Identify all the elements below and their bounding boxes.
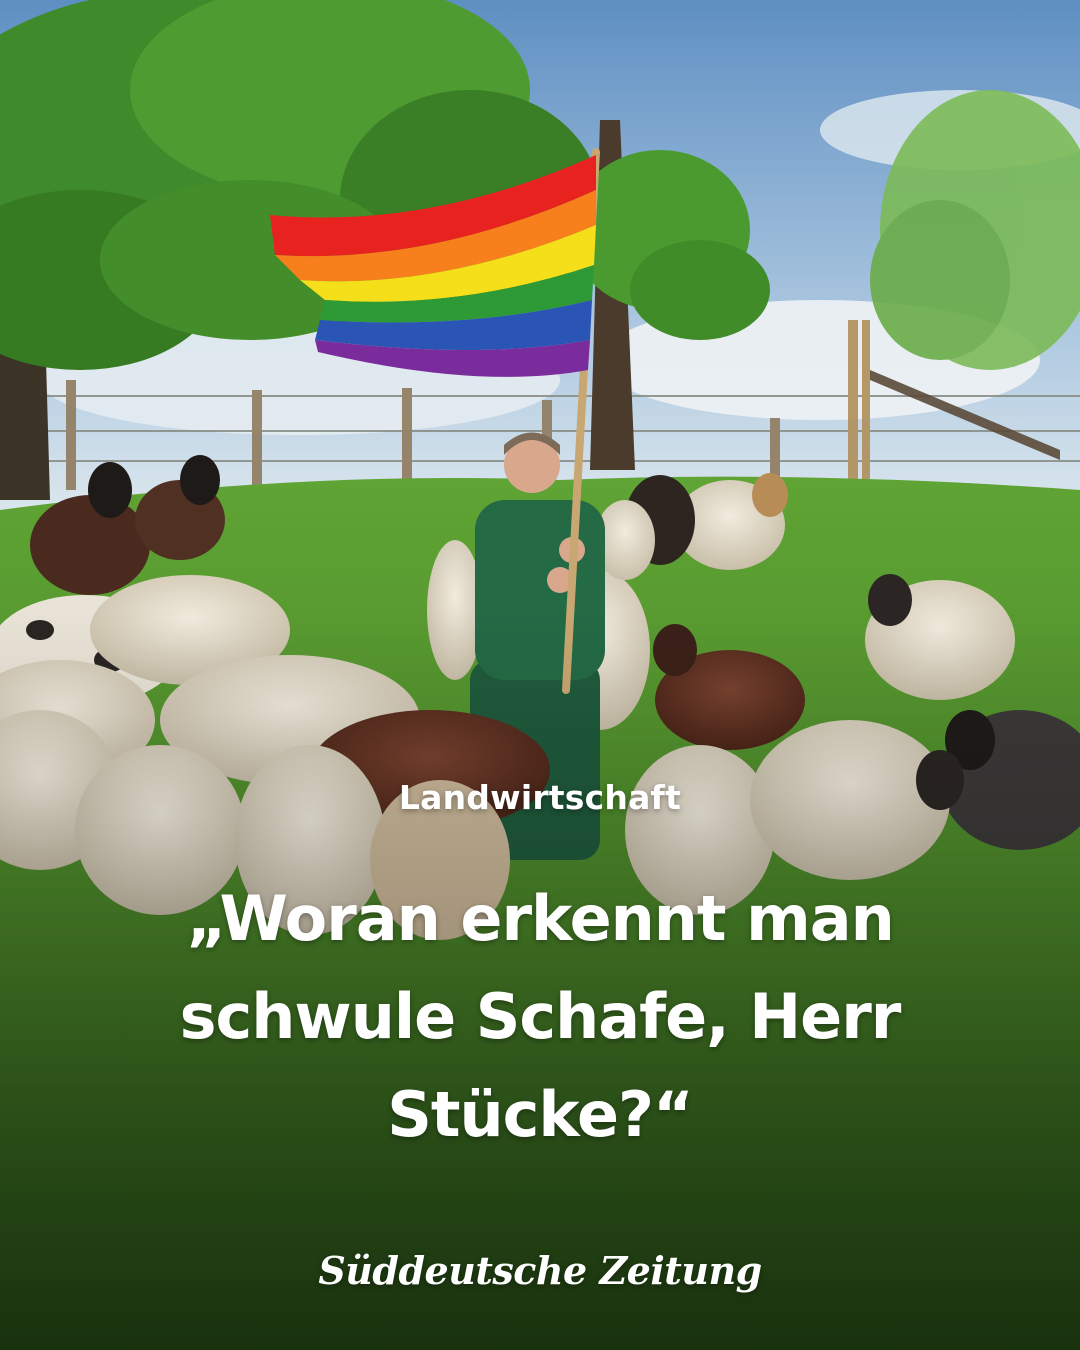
brand-logo: Süddeutsche Zeitung [318,1248,762,1293]
post-canvas: Landwirtschaft „Woran erkennt man schwul… [0,0,1080,1350]
section-kicker: Landwirtschaft [398,778,682,817]
headline-line-2: schwule Schafe, Herr [179,980,902,1053]
headline: „Woran erkennt man schwule Schafe, Herr … [0,870,1080,1164]
headline-line-3: Stücke?“ [387,1078,694,1151]
headline-line-1: „Woran erkennt man [186,882,894,955]
